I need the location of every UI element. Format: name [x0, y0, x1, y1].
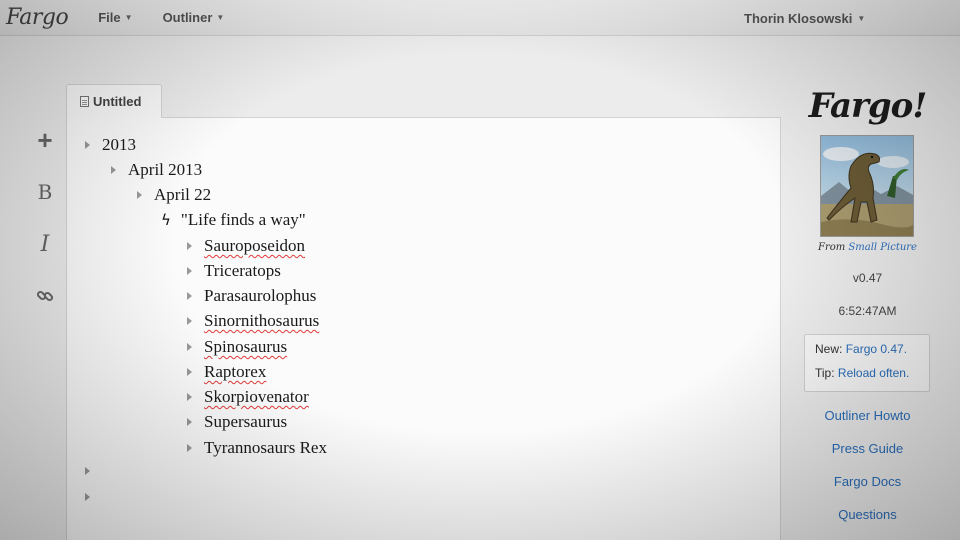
outline-row[interactable]: Triceratops [187, 260, 281, 282]
outline-text[interactable]: Raptorex [204, 362, 266, 382]
chevron-down-icon: ▼ [216, 13, 225, 22]
small-picture-link[interactable]: Small Picture [848, 242, 917, 253]
file-menu-label: File [98, 10, 121, 25]
outline-row[interactable]: Sinornithosaurus [187, 310, 319, 332]
link-icon-glyph [36, 290, 54, 302]
clock-time: 6:52:47AM [838, 304, 897, 318]
tab-label: Untitled [93, 94, 142, 109]
sidebar-title: Fargo! [808, 86, 928, 126]
lightning-bolt-icon[interactable]: ϟ [161, 211, 171, 229]
tip-link[interactable]: Reload often. [838, 366, 909, 380]
outline-row[interactable]: Tyrannosaurs Rex [187, 437, 327, 459]
fargo-docs-link[interactable]: Fargo Docs [800, 474, 935, 489]
version-label: v0.47 [852, 271, 883, 285]
outline-text[interactable]: Supersaurus [204, 412, 287, 432]
outline-row[interactable]: April 2013 [111, 159, 202, 181]
expand-triangle-icon[interactable] [187, 292, 192, 300]
outline-row[interactable]: 2013 [85, 134, 136, 156]
chevron-down-icon: ▼ [124, 13, 133, 22]
outline-panel[interactable]: 2013 April 2013 April 22 ϟ "Life finds a… [66, 117, 781, 540]
dinosaur-image [820, 135, 914, 237]
tip-line: Tip: Reload often. [815, 365, 929, 389]
plus-icon[interactable]: + [30, 125, 60, 155]
user-menu[interactable]: Thorin Klosowski ▼ [744, 0, 865, 36]
outline-row[interactable]: Skorpiovenator [187, 386, 309, 408]
outline-row[interactable]: Parasaurolophus [187, 285, 316, 307]
outline-row[interactable]: April 22 [137, 184, 211, 206]
expand-triangle-icon[interactable] [187, 368, 192, 376]
outline-text[interactable]: 2013 [102, 135, 136, 155]
press-guide-link[interactable]: Press Guide [800, 441, 935, 456]
expand-triangle-icon[interactable] [137, 191, 142, 199]
expand-triangle-icon[interactable] [187, 444, 192, 452]
expand-triangle-icon[interactable] [187, 267, 192, 275]
italic-icon[interactable]: I [30, 229, 60, 259]
outline-row[interactable] [85, 460, 102, 482]
brand-logo[interactable]: Fargo [6, 5, 69, 30]
chevron-down-icon: ▼ [857, 13, 866, 23]
expand-triangle-icon[interactable] [187, 317, 192, 325]
outline-text[interactable]: Sauroposeidon [204, 236, 305, 256]
outline-text[interactable]: Tyrannosaurs Rex [204, 438, 327, 458]
credit-prefix: From [818, 242, 846, 253]
expand-triangle-icon[interactable] [111, 166, 116, 174]
outliner-menu[interactable]: Outliner ▼ [163, 10, 225, 25]
expand-triangle-icon[interactable] [85, 493, 90, 501]
expand-triangle-icon[interactable] [187, 343, 192, 351]
outline-text[interactable]: Triceratops [204, 261, 281, 281]
outline-text[interactable]: Parasaurolophus [204, 286, 316, 306]
outline-text[interactable]: Skorpiovenator [204, 387, 309, 407]
expand-triangle-icon[interactable] [187, 393, 192, 401]
outline-row[interactable]: Supersaurus [187, 411, 287, 433]
outline-row[interactable]: ϟ "Life finds a way" [161, 209, 306, 231]
news-box: New: Fargo 0.47. Tip: Reload often. [804, 334, 930, 392]
outline-text[interactable]: Spinosaurus [204, 337, 287, 357]
outline-row[interactable]: Spinosaurus [187, 336, 287, 358]
outliner-howto-link[interactable]: Outliner Howto [800, 408, 935, 423]
news-link[interactable]: Fargo 0.47. [846, 342, 907, 356]
outline-row[interactable] [85, 486, 102, 508]
dinosaur-illustration [821, 136, 913, 236]
news-line: New: Fargo 0.47. [815, 341, 929, 365]
expand-triangle-icon[interactable] [85, 467, 90, 475]
top-navbar: Fargo File ▼ Outliner ▼ Thorin Klosowski… [0, 0, 960, 36]
document-icon [80, 96, 89, 107]
link-icon[interactable] [30, 281, 60, 311]
image-credit: From Small Picture [800, 242, 935, 253]
tip-label: Tip: [815, 366, 835, 380]
outline-row[interactable]: Sauroposeidon [187, 235, 305, 257]
file-menu[interactable]: File ▼ [98, 10, 132, 25]
bold-icon[interactable]: B [30, 177, 60, 207]
news-label: New: [815, 342, 843, 356]
outline-text[interactable]: April 22 [154, 185, 211, 205]
outline-row[interactable]: Raptorex [187, 361, 266, 383]
questions-link[interactable]: Questions [800, 507, 935, 522]
tab-untitled[interactable]: Untitled [66, 84, 162, 118]
user-name: Thorin Klosowski [744, 10, 853, 26]
outliner-menu-label: Outliner [162, 10, 213, 25]
expand-triangle-icon[interactable] [85, 141, 90, 149]
expand-triangle-icon[interactable] [187, 418, 192, 426]
outline-text[interactable]: Sinornithosaurus [204, 311, 319, 331]
outline-text[interactable]: April 2013 [128, 160, 202, 180]
expand-triangle-icon[interactable] [187, 242, 192, 250]
outline-text[interactable]: "Life finds a way" [181, 210, 306, 230]
